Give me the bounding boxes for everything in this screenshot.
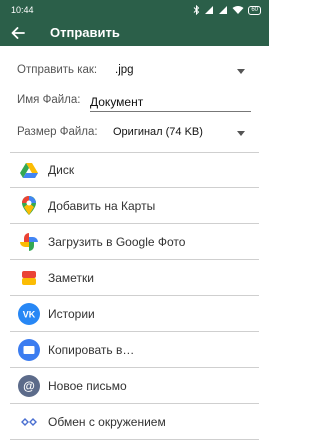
share-target-label: Загрузить в Google Фото <box>48 234 186 249</box>
share-target-maps[interactable]: Добавить на Карты <box>10 188 259 224</box>
wifi-icon <box>232 6 244 14</box>
share-target-label: Новое письмо <box>48 378 127 393</box>
app-bar: Отправить <box>0 20 269 46</box>
back-button[interactable] <box>6 22 30 44</box>
signal-icon-2 <box>219 6 228 14</box>
share-target-stories[interactable]: VK Истории <box>10 296 259 332</box>
status-icons: 60 <box>193 4 261 16</box>
arrow-back-icon <box>11 27 25 39</box>
status-time: 10:44 <box>11 5 34 15</box>
email-icon: @ <box>18 374 40 397</box>
notes-icon <box>18 267 40 289</box>
bluetooth-icon <box>193 5 200 15</box>
share-target-label: Диск <box>48 163 75 177</box>
status-bar: 10:44 60 <box>0 0 269 20</box>
share-target-photos[interactable]: Загрузить в Google Фото <box>10 224 259 260</box>
share-target-email[interactable]: @ Новое письмо <box>10 368 259 404</box>
file-name-label: Имя Файла: <box>17 94 81 106</box>
chevron-down-icon <box>237 131 245 136</box>
file-size-label: Размер Файла: <box>17 126 98 138</box>
battery-icon: 60 <box>248 5 261 15</box>
share-target-notes[interactable]: Заметки <box>10 260 259 296</box>
google-photos-icon <box>18 231 40 253</box>
nearby-share-icon <box>18 411 40 433</box>
send-as-label: Отправить как: <box>17 64 98 76</box>
chevron-down-icon <box>237 69 245 74</box>
share-target-drive[interactable]: Диск <box>10 152 259 188</box>
share-target-label: Добавить на Карты <box>48 198 156 213</box>
file-size-dropdown[interactable]: Размер Файла: Оригинал (74 KB) <box>17 122 257 144</box>
file-name-row: Имя Файла: <box>17 90 257 112</box>
svg-text:VK: VK <box>23 309 36 319</box>
send-as-value: .jpg <box>115 64 134 76</box>
svg-text:@: @ <box>23 379 35 393</box>
send-as-dropdown[interactable]: Отправить как: .jpg <box>17 60 257 82</box>
page-title: Отправить <box>50 25 120 40</box>
share-target-label: Копировать в… <box>48 342 135 357</box>
file-name-input[interactable] <box>90 90 251 112</box>
share-targets-list: Диск Добавить на Карты Загрузить в Googl… <box>10 152 259 440</box>
google-maps-icon <box>18 195 40 217</box>
share-target-label: Обмен с окружением <box>48 414 166 429</box>
signal-icon <box>205 6 214 14</box>
share-target-label: Заметки <box>48 270 94 285</box>
share-target-label: Истории <box>48 306 95 321</box>
folder-icon <box>18 338 40 361</box>
vk-icon: VK <box>18 302 40 325</box>
google-drive-icon <box>18 159 40 181</box>
share-target-nearby[interactable]: Обмен с окружением <box>10 404 259 440</box>
file-size-value: Оригинал (74 KB) <box>113 126 203 138</box>
share-target-copy[interactable]: Копировать в… <box>10 332 259 368</box>
